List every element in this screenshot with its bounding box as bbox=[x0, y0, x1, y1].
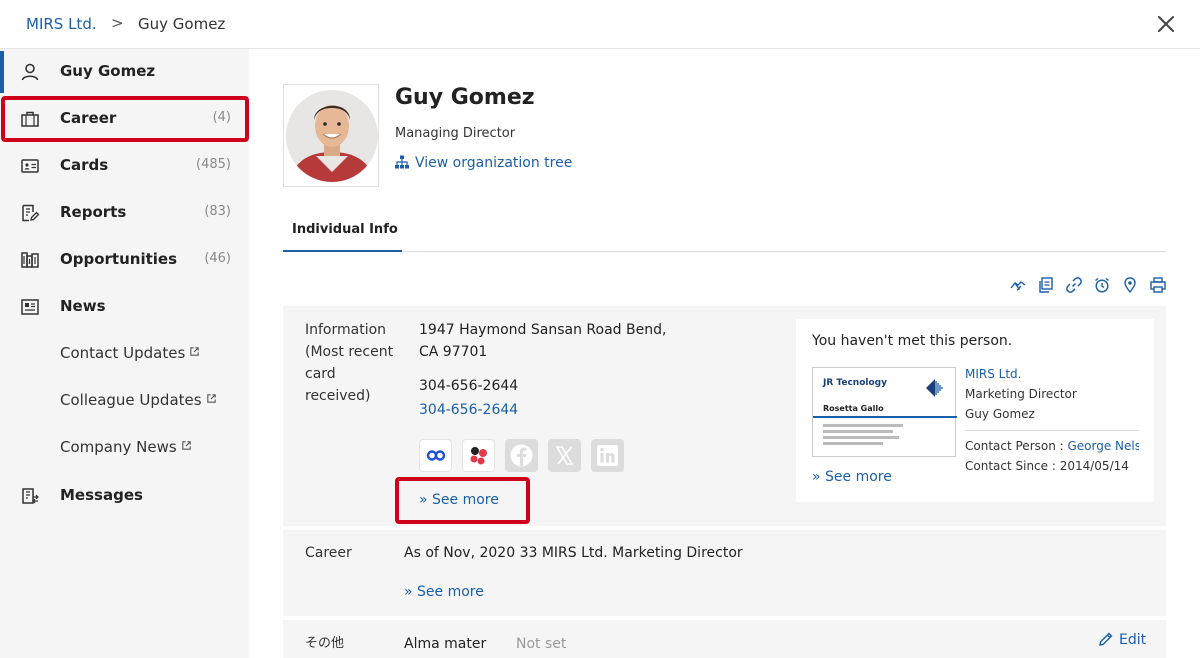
contact-since: Contact Since : 2014/05/14 bbox=[965, 459, 1129, 473]
print-icon[interactable] bbox=[1150, 277, 1166, 293]
breadcrumb-separator: > bbox=[111, 14, 124, 32]
messages-icon bbox=[20, 486, 40, 506]
career-value: As of Nov, 2020 33 MIRS Ltd. Marketing D… bbox=[404, 545, 743, 561]
pencil-icon bbox=[1099, 632, 1113, 646]
career-label: Career bbox=[305, 545, 352, 561]
card-company-name: JR Tecnology bbox=[823, 378, 887, 388]
card-fine-print bbox=[823, 430, 893, 433]
sidebar-item-label: Opportunities bbox=[60, 250, 178, 268]
sidebar-item-opportunities[interactable]: Opportunities (46) bbox=[0, 237, 249, 283]
card-fine-print bbox=[823, 424, 903, 427]
external-link-icon bbox=[190, 347, 199, 356]
opportunities-icon bbox=[20, 250, 40, 270]
sidebar-item-company-news[interactable]: Company News bbox=[0, 425, 249, 471]
sidebar-item-count: (83) bbox=[204, 204, 231, 219]
org-tree-icon bbox=[395, 155, 409, 169]
alarm-icon[interactable] bbox=[1094, 277, 1110, 293]
career-see-more-link[interactable]: » See more bbox=[404, 584, 484, 600]
see-more-highlight-box bbox=[395, 477, 530, 524]
location-icon[interactable] bbox=[1122, 277, 1138, 294]
alma-mater-value: Not set bbox=[516, 636, 567, 652]
external-link-icon bbox=[181, 441, 191, 450]
person-icon bbox=[20, 62, 40, 82]
edit-button[interactable]: Edit bbox=[1099, 632, 1146, 648]
sidebar-item-count: (46) bbox=[204, 251, 231, 266]
breadcrumb-current: Guy Gomez bbox=[138, 15, 226, 33]
sidebar-item-label: Colleague Updates bbox=[60, 391, 202, 409]
card-company-link[interactable]: MIRS Ltd. bbox=[965, 367, 1021, 381]
tab-individual-info[interactable]: Individual Info bbox=[283, 215, 402, 252]
sidebar-item-label: Guy Gomez bbox=[60, 62, 156, 80]
profile-photo bbox=[283, 84, 379, 187]
card-logo-icon bbox=[926, 379, 943, 397]
profile-name: Guy Gomez bbox=[395, 85, 535, 110]
close-icon[interactable] bbox=[1156, 14, 1176, 34]
external-link-icon bbox=[206, 394, 216, 403]
contact-person-row: Contact Person : George Nelson bbox=[965, 439, 1139, 453]
x-icon[interactable] bbox=[548, 439, 581, 472]
link-icon[interactable] bbox=[1066, 277, 1082, 293]
meta-divider bbox=[965, 430, 1139, 431]
report-icon bbox=[20, 203, 40, 223]
sidebar-item-colleague-updates[interactable]: Colleague Updates bbox=[0, 378, 249, 424]
alma-mater-label: Alma mater bbox=[404, 636, 487, 652]
card-icon bbox=[20, 156, 40, 176]
address-value: 1947 Haymond Sansan Road Bend, CA 97701 bbox=[419, 322, 667, 360]
top-bar: MIRS Ltd. > Guy Gomez bbox=[0, 0, 1200, 49]
linkedin-icon[interactable] bbox=[591, 439, 624, 472]
eight-app-icon[interactable] bbox=[419, 439, 452, 472]
sidebar-item-count: (485) bbox=[196, 157, 231, 172]
sidebar-item-profile[interactable]: Guy Gomez bbox=[0, 49, 249, 95]
breadcrumb-root-link[interactable]: MIRS Ltd. bbox=[26, 15, 97, 33]
phone-value: 304-656-2644 bbox=[419, 378, 519, 394]
sidebar-item-cards[interactable]: Cards (485) bbox=[0, 143, 249, 189]
sidebar-item-reports[interactable]: Reports (83) bbox=[0, 190, 249, 236]
sidebar-item-messages[interactable]: Messages bbox=[0, 473, 249, 519]
sidebar-item-label: Cards bbox=[60, 156, 109, 174]
contact-person-link[interactable]: George Nelson bbox=[1068, 439, 1140, 453]
information-label: Information (Most recent card received) bbox=[305, 322, 394, 404]
news-icon bbox=[20, 297, 40, 317]
view-organization-tree-link[interactable]: View organization tree bbox=[395, 155, 572, 171]
card-divider bbox=[813, 416, 957, 418]
action-toolbar bbox=[1010, 277, 1170, 295]
phone-link[interactable]: 304-656-2644 bbox=[419, 402, 518, 418]
contact-person-label: Contact Person : bbox=[965, 439, 1068, 453]
tab-label: Individual Info bbox=[292, 222, 398, 237]
facebook-icon[interactable] bbox=[505, 439, 538, 472]
business-card-thumbnail[interactable]: JR Tecnology Rosetta Gallo bbox=[812, 367, 957, 457]
card-see-more-link[interactable]: » See more bbox=[812, 469, 892, 485]
card-fine-print bbox=[823, 442, 883, 445]
handshake-icon[interactable] bbox=[1010, 277, 1026, 293]
copy-icon[interactable] bbox=[1038, 277, 1054, 293]
card-person-name: Rosetta Gallo bbox=[823, 404, 884, 413]
profile-title: Managing Director bbox=[395, 126, 516, 141]
sidebar-item-label: Contact Updates bbox=[60, 344, 186, 362]
sidebar-item-contact-updates[interactable]: Contact Updates bbox=[0, 331, 249, 377]
other-label: その他 bbox=[305, 636, 345, 651]
dots-app-icon[interactable] bbox=[462, 439, 495, 472]
career-panel bbox=[283, 530, 1166, 616]
card-title: Marketing Director bbox=[965, 387, 1077, 401]
card-name: Guy Gomez bbox=[965, 407, 1035, 421]
edit-label: Edit bbox=[1119, 632, 1147, 648]
sidebar-item-label: Reports bbox=[60, 203, 127, 221]
career-highlight-box bbox=[1, 96, 249, 142]
sidebar-item-news[interactable]: News bbox=[0, 284, 249, 330]
org-link-label: View organization tree bbox=[415, 155, 573, 171]
card-fine-print bbox=[823, 436, 899, 439]
tab-bar: Individual Info bbox=[283, 215, 1166, 252]
sidebar-item-label: News bbox=[60, 297, 106, 315]
met-status-text: You haven't met this person. bbox=[812, 333, 1013, 349]
sidebar-item-label: Messages bbox=[60, 486, 143, 504]
sidebar-item-label: Company News bbox=[60, 438, 177, 456]
